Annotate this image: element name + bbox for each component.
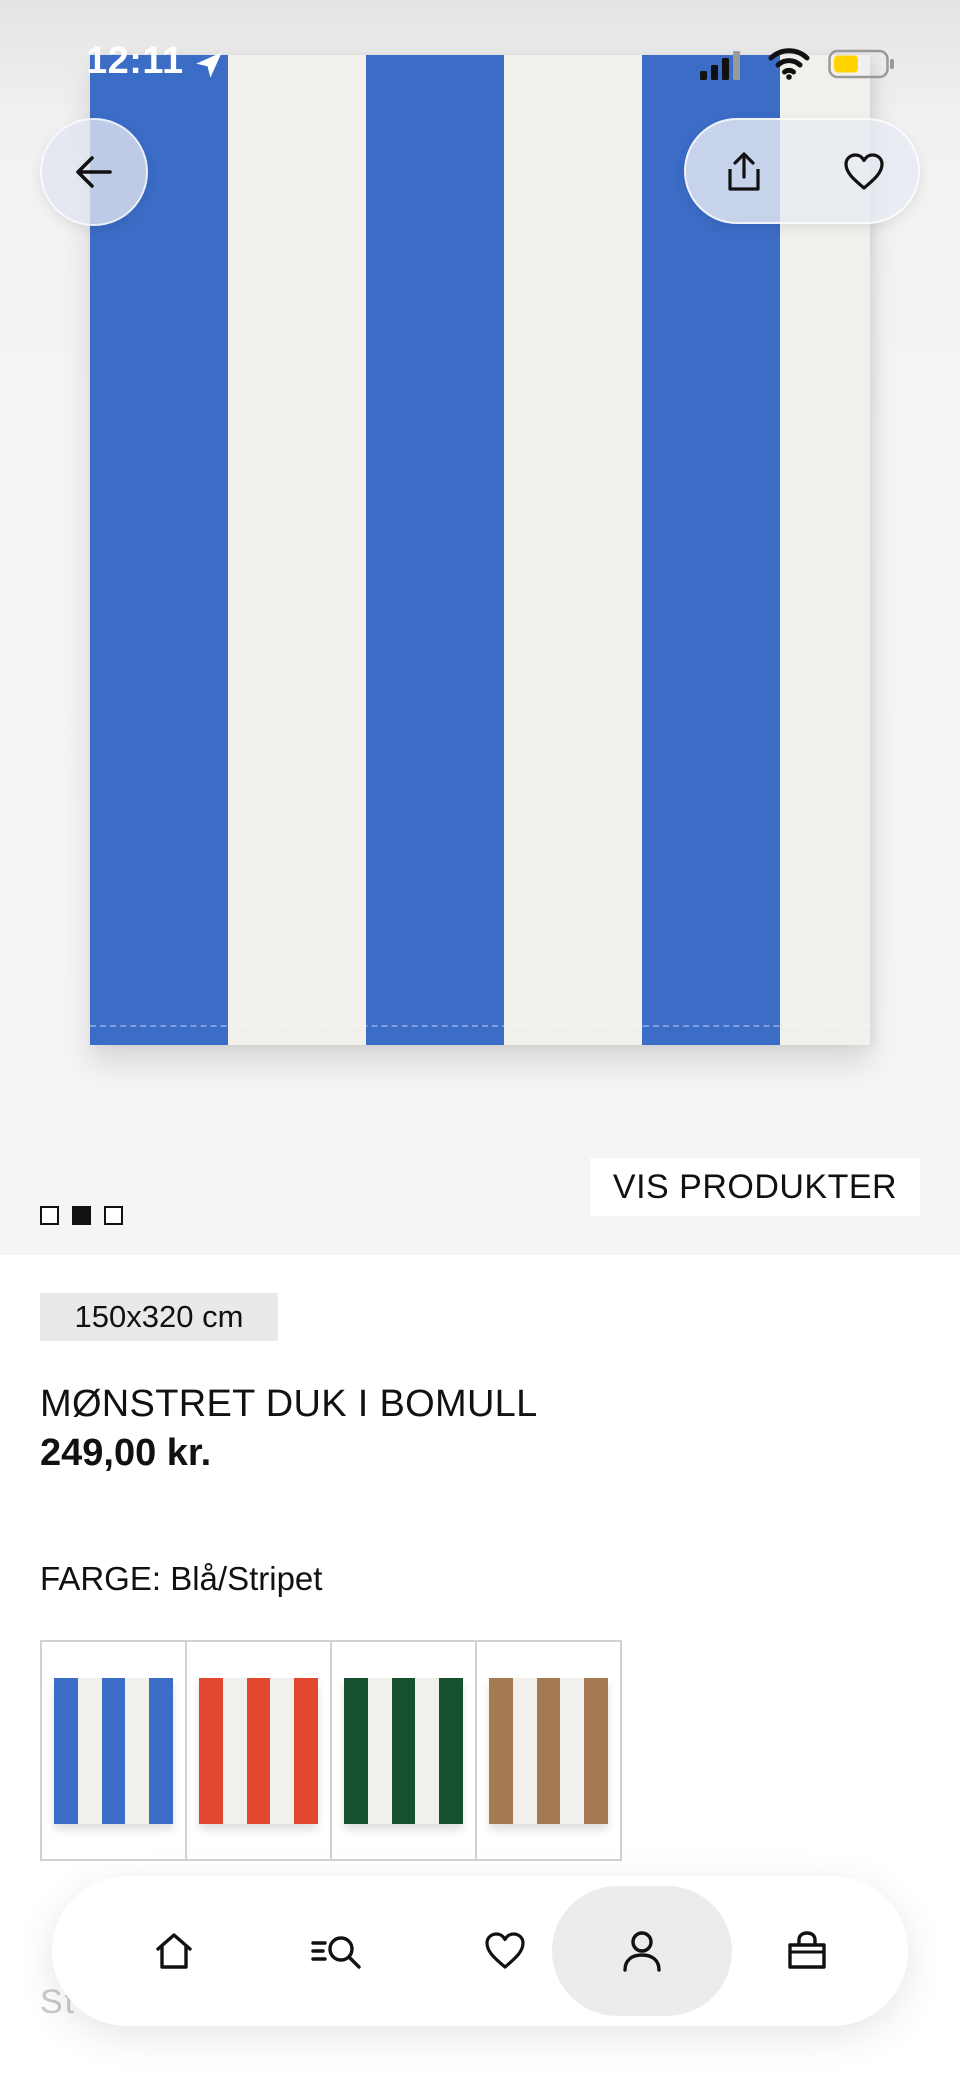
bag-icon bbox=[788, 1931, 826, 1969]
tab-home[interactable] bbox=[84, 1886, 264, 2016]
gallery-pagination bbox=[40, 1206, 123, 1225]
swatch-stripe bbox=[149, 1678, 173, 1824]
stripe bbox=[504, 55, 642, 1045]
home-icon bbox=[156, 1933, 192, 1969]
swatch-stripe bbox=[584, 1678, 608, 1824]
swatch-thumbnail bbox=[199, 1678, 318, 1824]
location-arrow-icon bbox=[196, 52, 222, 78]
swatch-stripe bbox=[344, 1678, 368, 1824]
swatch-stripe bbox=[367, 1678, 392, 1824]
heart-icon bbox=[844, 153, 884, 190]
color-label-prefix: FARGE: bbox=[40, 1560, 171, 1597]
swatch-stripe bbox=[54, 1678, 78, 1824]
swatch-stripe bbox=[270, 1678, 295, 1824]
arrow-left-icon bbox=[76, 156, 112, 188]
search-icon bbox=[311, 1936, 361, 1969]
color-swatch-2[interactable] bbox=[185, 1640, 332, 1861]
color-swatches bbox=[40, 1640, 622, 1861]
show-products-button[interactable]: VIS PRODUKTER bbox=[590, 1158, 920, 1216]
bottom-tab-bar bbox=[52, 1876, 908, 2026]
swatch-stripe bbox=[125, 1678, 150, 1824]
swatch-stripe bbox=[294, 1678, 318, 1824]
signal-icon bbox=[700, 51, 740, 80]
size-badge: 150x320 cm bbox=[40, 1293, 278, 1341]
swatch-stripe bbox=[536, 1678, 561, 1824]
color-swatch-4[interactable] bbox=[475, 1640, 622, 1861]
swatch-thumbnail bbox=[344, 1678, 463, 1824]
stitched-hem bbox=[90, 1025, 870, 1045]
tab-bag[interactable] bbox=[717, 1886, 897, 2016]
header-actions bbox=[684, 118, 920, 224]
swatch-stripe bbox=[77, 1678, 102, 1824]
battery-icon bbox=[828, 49, 894, 79]
swatch-thumbnail bbox=[489, 1678, 608, 1824]
share-button[interactable] bbox=[706, 134, 782, 210]
swatch-stripe bbox=[246, 1678, 271, 1824]
pagination-dot[interactable] bbox=[40, 1206, 59, 1225]
swatch-stripe bbox=[439, 1678, 463, 1824]
share-icon bbox=[728, 152, 760, 191]
product-price: 249,00 kr. bbox=[40, 1432, 212, 1474]
swatch-stripe bbox=[222, 1678, 247, 1824]
status-time: 12:11 bbox=[86, 40, 184, 82]
user-icon bbox=[623, 1931, 661, 1972]
pagination-dot[interactable] bbox=[104, 1206, 123, 1225]
heart-icon bbox=[485, 1932, 525, 1969]
swatch-stripe bbox=[415, 1678, 440, 1824]
color-swatch-3[interactable] bbox=[330, 1640, 477, 1861]
color-swatch-1[interactable] bbox=[40, 1640, 187, 1861]
swatch-stripe bbox=[560, 1678, 585, 1824]
swatch-stripe bbox=[199, 1678, 223, 1824]
stripe bbox=[228, 55, 366, 1045]
swatch-thumbnail bbox=[54, 1678, 173, 1824]
swatch-stripe bbox=[101, 1678, 126, 1824]
pagination-dot-active[interactable] bbox=[72, 1206, 91, 1225]
swatch-stripe bbox=[512, 1678, 537, 1824]
wifi-icon bbox=[768, 48, 810, 80]
selected-color: Blå/Stripet bbox=[170, 1560, 323, 1597]
tab-account[interactable] bbox=[552, 1886, 732, 2016]
color-label: FARGE: Blå/Stripet bbox=[40, 1560, 322, 1598]
swatch-stripe bbox=[489, 1678, 513, 1824]
tab-search[interactable] bbox=[249, 1886, 429, 2016]
product-title: MØNSTRET DUK I BOMULL bbox=[40, 1383, 538, 1425]
back-button[interactable] bbox=[40, 118, 148, 226]
swatch-stripe bbox=[391, 1678, 416, 1824]
favorite-button[interactable] bbox=[826, 134, 902, 210]
status-bar: 12:11 bbox=[0, 0, 960, 120]
stripe bbox=[366, 55, 504, 1045]
